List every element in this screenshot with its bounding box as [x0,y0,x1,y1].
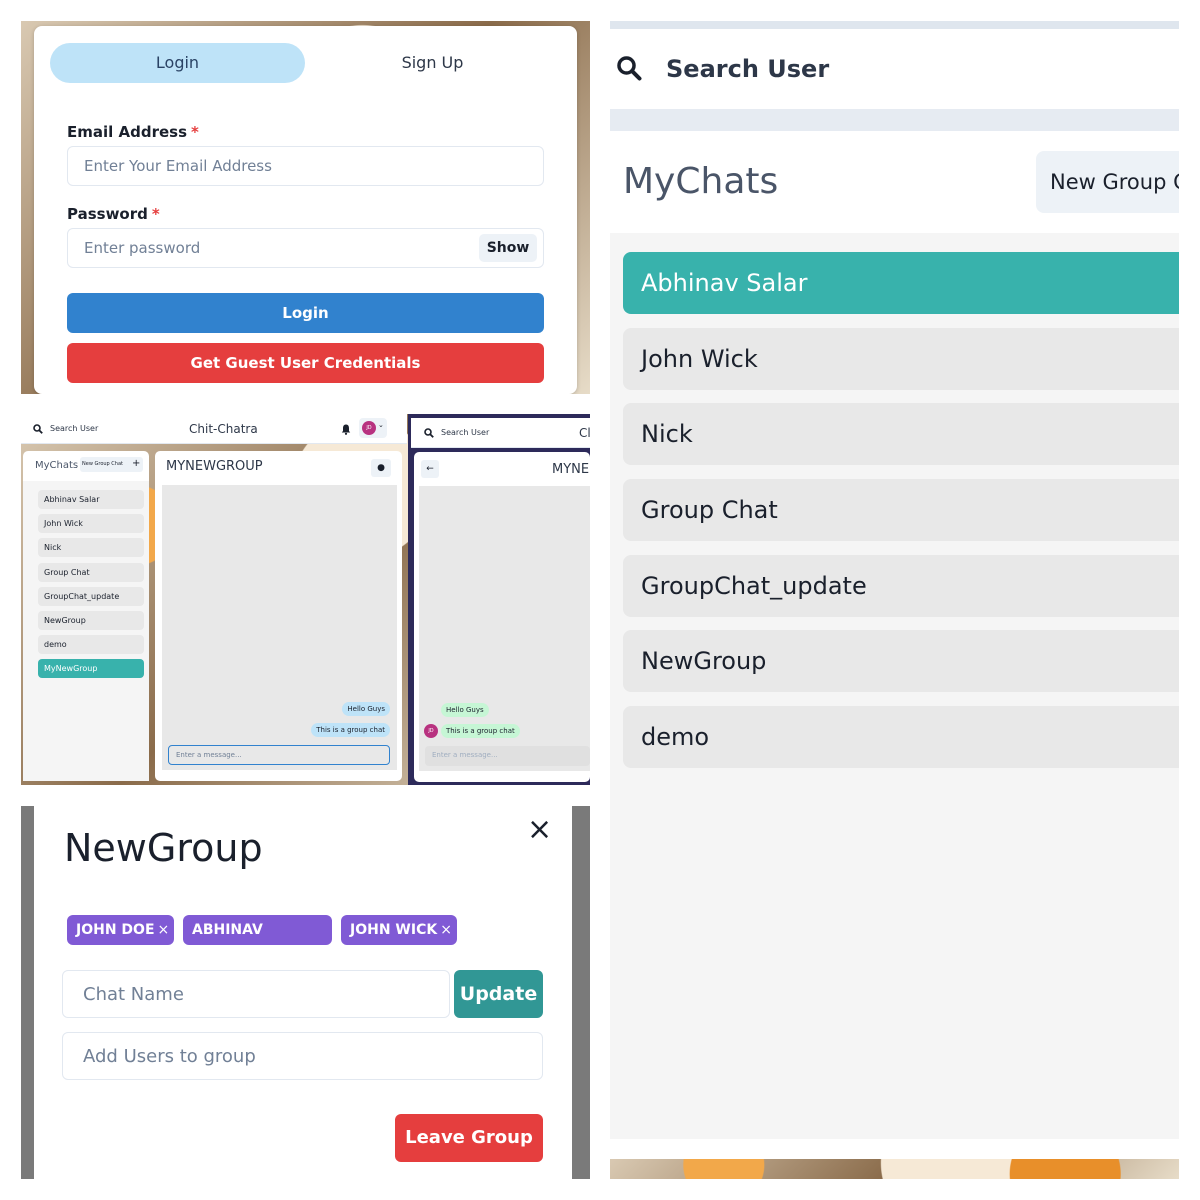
plus-icon: + [132,458,141,469]
search-bar: Search User [610,29,1179,109]
search-user-label[interactable]: Search User [441,428,489,437]
mychats-title: MyChats [623,161,779,202]
group-modal-panel: NewGroup × JOHN DOE × ABHINAV SALAR × JOHN… [21,806,590,1179]
chat-item[interactable]: Nick [623,403,1179,465]
search-user-label[interactable]: Search User [50,424,98,433]
member-chip: ABHINAV SALAR × [183,915,332,968]
avatar: JD [424,724,438,738]
mobile-chat-header-title: MYNE [552,462,590,477]
chat-item[interactable]: John Wick [623,328,1179,390]
chat-item[interactable]: Nick [38,538,144,557]
chat-item[interactable]: John Wick [38,514,144,533]
required-mark: * [151,205,160,223]
mychats-panel: Search User MyChats New Group C Abhinav … [610,21,1179,1179]
password-field[interactable]: Enter password Show [67,228,544,268]
chat-header-title: MYNEWGROUP [166,459,263,474]
login-button[interactable]: Login [67,293,544,333]
app-preview-panel: Search User Chit-Chatra JD ⌄ MyChats New… [21,414,590,785]
chat-name-placeholder: Chat Name [83,984,184,1005]
message-bubble: This is a group chat [441,724,520,738]
member-chip: JOHN WICK × [341,915,457,945]
required-mark: * [191,123,199,141]
chat-item-selected[interactable]: MyNewGroup [38,659,144,678]
profile-menu-button[interactable]: JD ⌄ [359,418,387,438]
message-input[interactable]: Enter a message... [168,745,390,765]
remove-member-icon[interactable]: × [440,922,452,938]
chat-item[interactable]: demo [623,706,1179,768]
add-users-field[interactable]: Add Users to group [62,1032,543,1080]
bell-icon[interactable] [341,424,351,435]
mobile-chat-area: ← MYNE Hello Guys JD This is a group cha… [414,452,590,782]
search-user-label[interactable]: Search User [666,55,829,83]
divider-strip [610,109,1179,131]
search-icon[interactable] [424,428,434,438]
show-password-button[interactable]: Show [479,234,537,262]
password-placeholder: Enter password [84,239,201,257]
member-name: JOHN WICK [350,922,438,938]
message-bubble: Hello Guys [342,702,390,716]
chat-item[interactable]: GroupChat_update [38,587,144,606]
password-label-text: Password [67,205,148,223]
remove-member-icon[interactable]: × [246,952,258,968]
member-chip: JOHN DOE × [67,915,174,945]
remove-member-icon[interactable]: × [158,922,170,938]
email-label-text: Email Address [67,123,188,141]
desktop-window: Search User Chit-Chatra JD ⌄ MyChats New… [21,414,407,785]
update-button[interactable]: Update [454,970,543,1018]
chat-item[interactable]: demo [38,635,144,654]
chat-sidebar: MyChats New Group Chat + Abhinav Salar J… [23,451,149,781]
message-area: Hello Guys This is a group chat Enter a … [162,485,397,770]
message-placeholder: Enter a message... [176,751,242,759]
mobile-top-bar: Search User Cl [411,418,590,448]
login-card: Login Sign Up Email Address * Enter Your … [34,26,577,394]
login-panel: Login Sign Up Email Address * Enter Your … [21,21,590,394]
mobile-message-area: Hello Guys JD This is a group chat Enter… [419,486,590,771]
chat-name-field[interactable]: Chat Name [62,970,450,1018]
update-group-modal: NewGroup × JOHN DOE × ABHINAV SALAR × JOHN… [34,806,572,1179]
password-label: Password * [67,205,160,223]
mobile-message-input[interactable]: Enter a message... [425,746,590,766]
chat-area: MYNEWGROUP ● Hello Guys This is a group … [155,451,402,781]
message-bubble: Hello Guys [441,703,489,717]
leave-group-button[interactable]: Leave Group [395,1114,543,1162]
app-title-cropped: Cl [579,426,590,440]
message-bubble: This is a group chat [311,723,390,737]
back-arrow-icon[interactable]: ← [421,460,439,478]
tab-login[interactable]: Login [50,43,305,83]
search-icon[interactable] [33,424,43,434]
new-group-chat-label: New Group C [1050,170,1179,194]
mychats-title: MyChats [35,460,79,471]
bottom-photo-strip [610,1159,1179,1179]
member-name: JOHN DOE [76,922,155,938]
new-group-chat-button[interactable]: New Group Chat + [80,457,143,472]
close-icon[interactable]: × [527,812,552,847]
new-group-chat-button[interactable]: New Group C [1036,151,1179,213]
chat-item[interactable]: Group Chat [38,563,144,582]
top-strip [610,21,1179,29]
chat-item[interactable]: Group Chat [623,479,1179,541]
chat-list: Abhinav Salar John Wick Nick Group Chat … [23,481,149,781]
eye-icon[interactable]: ● [371,459,391,477]
search-icon[interactable] [616,55,642,81]
mobile-window: Search User Cl ← MYNE Hello Guys JD This… [408,414,590,785]
chat-list: Abhinav Salar John Wick Nick Group Chat … [610,233,1179,1139]
chat-item[interactable]: Abhinav Salar [38,490,144,509]
guest-credentials-button[interactable]: Get Guest User Credentials [67,343,544,383]
email-placeholder: Enter Your Email Address [84,157,272,175]
modal-title: NewGroup [64,826,263,870]
chat-item-selected[interactable]: Abhinav Salar [623,252,1179,314]
add-users-placeholder: Add Users to group [83,1046,256,1067]
email-label: Email Address * [67,123,199,141]
new-group-chat-label: New Group Chat [82,461,123,467]
message-placeholder: Enter a message... [432,751,498,759]
chat-item[interactable]: NewGroup [623,630,1179,692]
tab-sign-up[interactable]: Sign Up [305,43,560,83]
avatar: JD [362,421,376,435]
chat-item[interactable]: NewGroup [38,611,144,630]
app-title: Chit-Chatra [189,422,258,436]
top-bar: Search User Chit-Chatra JD ⌄ [21,414,407,444]
email-field[interactable]: Enter Your Email Address [67,146,544,186]
chevron-down-icon: ⌄ [378,421,384,429]
chat-item[interactable]: GroupChat_update [623,555,1179,617]
